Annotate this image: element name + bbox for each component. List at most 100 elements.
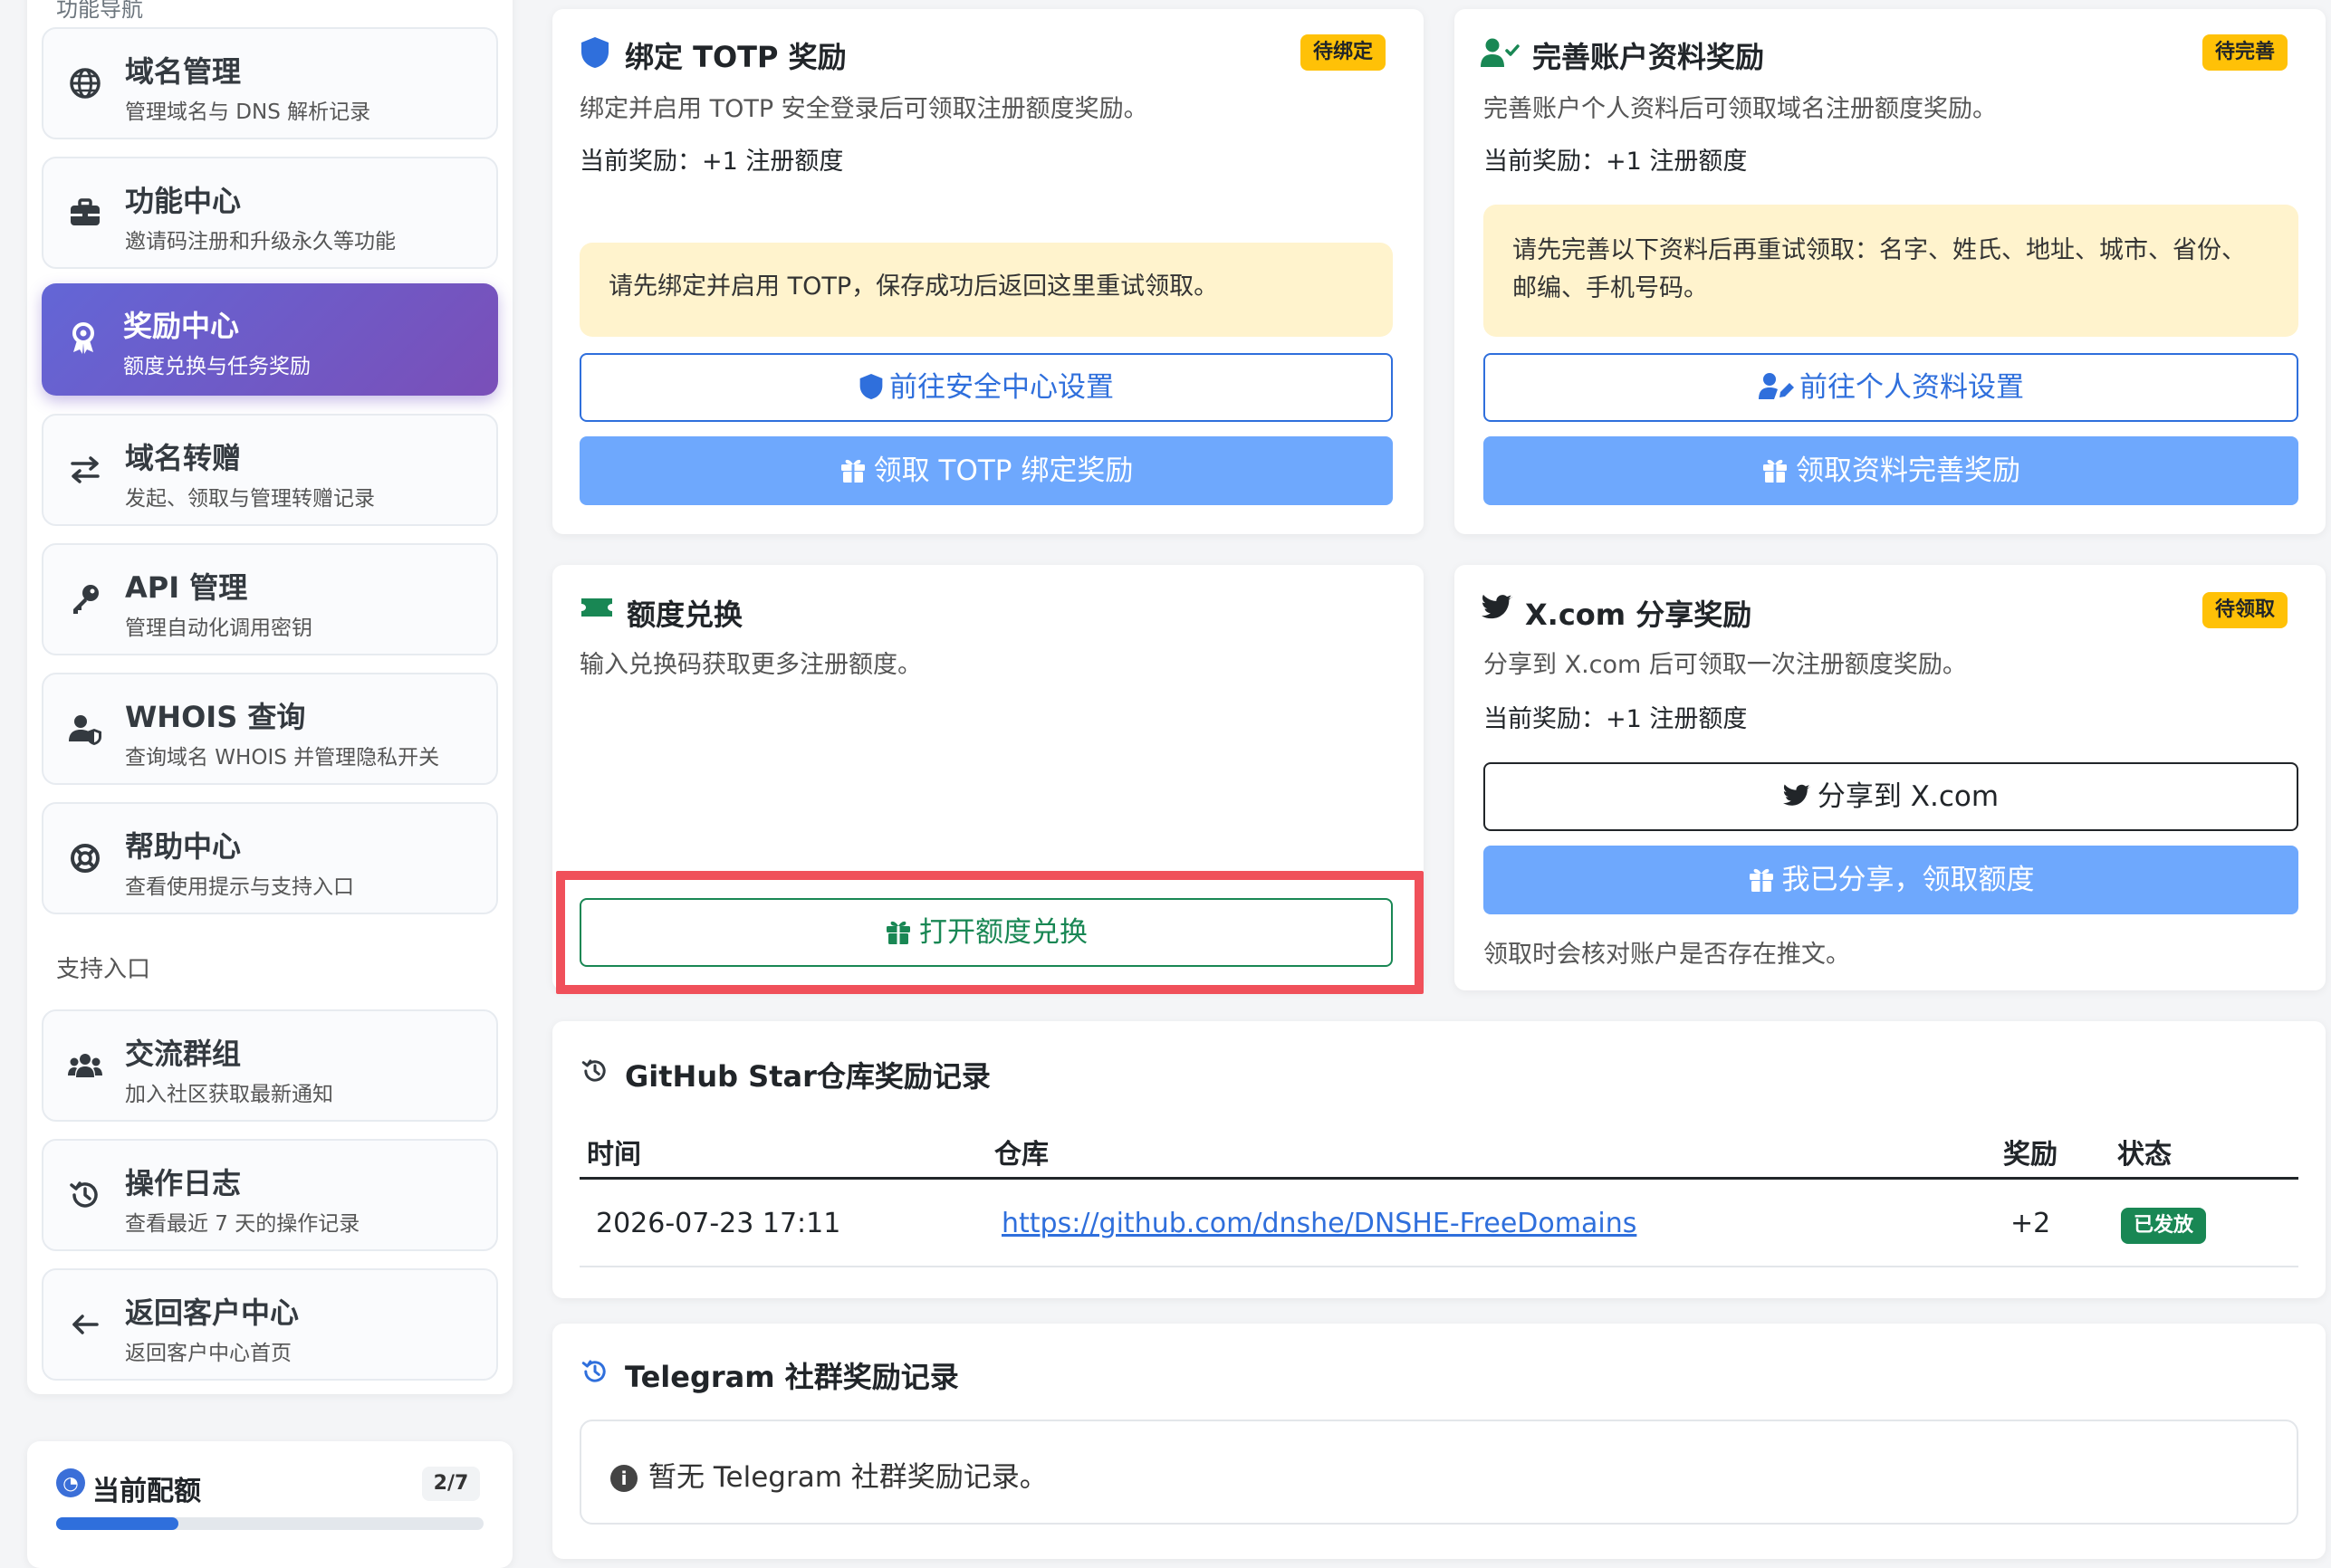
sidebar-item-title: 奖励中心 <box>123 309 240 343</box>
history-icon <box>580 1056 612 1088</box>
gift-icon <box>839 456 867 483</box>
ticket-icon <box>580 594 612 626</box>
button-label: 我已分享，领取额度 <box>1781 864 2035 896</box>
sidebar-item-subtitle: 发起、领取与管理转赠记录 <box>125 487 375 511</box>
xshare-current-reward: 当前奖励：+1 注册额度 <box>1483 705 1748 733</box>
quota-count-badge: 2/7 <box>422 1467 480 1501</box>
sidebar-item-title: 返回客户中心 <box>125 1296 300 1330</box>
profile-warning-alert: 请先完善以下资料后再重试领取：名字、姓氏、地址、城市、省份、邮编、手机号码。 <box>1483 205 2298 337</box>
redeem-card-description: 输入兑换码获取更多注册额度。 <box>580 651 922 679</box>
sidebar-item-title: WHOIS 查询 <box>125 700 306 734</box>
table-row-divider <box>580 1266 2298 1267</box>
twitter-icon <box>1782 784 1810 808</box>
user-shield-icon <box>67 711 103 747</box>
sidebar-item-back[interactable]: 返回客户中心 返回客户中心首页 <box>42 1268 498 1381</box>
sidebar-item-subtitle: 管理域名与 DNS 解析记录 <box>125 100 371 124</box>
users-icon <box>67 1047 103 1084</box>
sidebar-item-community[interactable]: 交流群组 加入社区获取最新通知 <box>42 1009 498 1122</box>
highlight-annotation <box>556 871 1424 994</box>
sidebar-section-label: 功能导航 <box>56 0 143 22</box>
profile-current-reward: 当前奖励：+1 注册额度 <box>1483 148 1748 176</box>
sidebar-item-rewards[interactable]: 奖励中心 额度兑换与任务奖励 <box>42 283 498 396</box>
shield-icon <box>859 373 884 400</box>
totp-status-badge: 待绑定 <box>1300 34 1386 71</box>
shield-icon <box>580 36 612 69</box>
sidebar-item-subtitle: 加入社区获取最新通知 <box>125 1083 333 1106</box>
button-label: 前往个人资料设置 <box>1799 371 2024 404</box>
table-header-status: 状态 <box>2117 1139 2172 1171</box>
telegram-empty-message: i 暂无 Telegram 社群奖励记录。 <box>610 1454 1048 1495</box>
sidebar-item-subtitle: 邀请码注册和升级永久等功能 <box>125 230 396 253</box>
tachometer-icon: ◔ <box>56 1468 85 1497</box>
go-security-settings-button[interactable]: 前往安全中心设置 <box>580 353 1393 422</box>
gift-icon <box>1748 865 1775 893</box>
sidebar-item-subtitle: 查看使用提示与支持入口 <box>125 875 354 899</box>
support-section-label: 支持入口 <box>56 956 151 983</box>
profile-card-description: 完善账户个人资料后可领取域名注册额度奖励。 <box>1483 95 1997 123</box>
sidebar-item-title: 域名转赠 <box>125 441 242 475</box>
claim-profile-reward-button[interactable]: 领取资料完善奖励 <box>1483 436 2298 505</box>
twitter-icon <box>1482 594 1514 626</box>
sidebar-item-features[interactable]: 功能中心 邀请码注册和升级永久等功能 <box>42 157 498 269</box>
status-badge: 已发放 <box>2121 1208 2207 1244</box>
history-icon <box>67 1177 103 1213</box>
share-to-x-button[interactable]: 分享到 X.com <box>1483 762 2298 831</box>
table-header-divider <box>580 1177 2298 1180</box>
xshare-note: 领取时会核对账户是否存在推文。 <box>1483 941 1850 969</box>
award-icon <box>65 320 101 356</box>
user-edit-icon <box>1758 371 1794 400</box>
sidebar-item-title: API 管理 <box>125 570 248 605</box>
profile-status-badge: 待完善 <box>2202 34 2288 71</box>
sidebar-item-logs[interactable]: 操作日志 查看最近 7 天的操作记录 <box>42 1139 498 1251</box>
go-profile-settings-button[interactable]: 前往个人资料设置 <box>1483 353 2298 422</box>
quota-title: 当前配额 <box>92 1476 201 1507</box>
sidebar-item-subtitle: 查看最近 7 天的操作记录 <box>125 1212 360 1236</box>
sidebar-item-transfer[interactable]: 域名转赠 发起、领取与管理转赠记录 <box>42 414 498 526</box>
user-check-icon <box>1480 36 1520 69</box>
claim-xshare-reward-button[interactable]: 我已分享，领取额度 <box>1483 846 2298 914</box>
table-cell-time: 2026-07-23 17:11 <box>596 1208 841 1239</box>
sidebar-item-subtitle: 返回客户中心首页 <box>125 1342 292 1365</box>
table-cell-reward: +2 <box>2010 1208 2051 1239</box>
sidebar-item-title: 功能中心 <box>125 184 242 218</box>
life-ring-icon <box>67 840 103 876</box>
sidebar-item-title: 帮助中心 <box>125 829 242 864</box>
claim-totp-reward-button[interactable]: 领取 TOTP 绑定奖励 <box>580 436 1393 505</box>
xshare-status-badge: 待领取 <box>2202 592 2288 628</box>
github-records-title: GitHub Star仓库奖励记录 <box>625 1059 991 1094</box>
sidebar-item-subtitle: 管理自动化调用密钥 <box>125 617 312 640</box>
table-header-repo: 仓库 <box>994 1139 1049 1171</box>
totp-warning-alert: 请先绑定并启用 TOTP，保存成功后返回这里重试领取。 <box>580 243 1393 337</box>
key-icon <box>67 581 103 617</box>
sidebar-item-subtitle: 查询域名 WHOIS 并管理隐私开关 <box>125 746 440 770</box>
repo-link[interactable]: https://github.com/dnshe/DNSHE-FreeDomai… <box>1002 1208 1636 1239</box>
sidebar-item-title: 域名管理 <box>125 54 242 89</box>
quota-progress <box>56 1517 484 1530</box>
exchange-icon <box>67 452 103 488</box>
sidebar-item-title: 操作日志 <box>125 1166 242 1200</box>
profile-card-title: 完善账户资料奖励 <box>1532 40 1765 74</box>
sidebar-item-title: 交流群组 <box>125 1037 242 1071</box>
sidebar-item-domains[interactable]: 域名管理 管理域名与 DNS 解析记录 <box>42 27 498 139</box>
xshare-card-title: X.com 分享奖励 <box>1525 598 1752 632</box>
redeem-card-title: 额度兑换 <box>627 598 743 632</box>
toolbox-icon <box>67 195 103 231</box>
sidebar-item-api[interactable]: API 管理 管理自动化调用密钥 <box>42 543 498 655</box>
info-icon: i <box>610 1465 638 1492</box>
button-label: 领取资料完善奖励 <box>1796 454 2020 487</box>
sidebar-item-help[interactable]: 帮助中心 查看使用提示与支持入口 <box>42 802 498 914</box>
totp-card-title: 绑定 TOTP 奖励 <box>625 40 847 74</box>
gift-icon <box>1761 456 1789 483</box>
button-label: 前往安全中心设置 <box>889 371 1114 404</box>
globe-icon <box>67 65 103 101</box>
history-icon <box>580 1356 612 1389</box>
table-header-time: 时间 <box>587 1139 641 1171</box>
telegram-records-title: Telegram 社群奖励记录 <box>625 1360 959 1394</box>
totp-current-reward: 当前奖励：+1 注册额度 <box>580 148 844 176</box>
sidebar-item-subtitle: 额度兑换与任务奖励 <box>123 355 311 378</box>
totp-card-description: 绑定并启用 TOTP 安全登录后可领取注册额度奖励。 <box>580 95 1148 123</box>
arrow-left-icon <box>67 1306 103 1343</box>
sidebar-item-whois[interactable]: WHOIS 查询 查询域名 WHOIS 并管理隐私开关 <box>42 673 498 785</box>
empty-text: 暂无 Telegram 社群奖励记录。 <box>648 1461 1048 1494</box>
button-label: 分享到 X.com <box>1817 780 2000 813</box>
